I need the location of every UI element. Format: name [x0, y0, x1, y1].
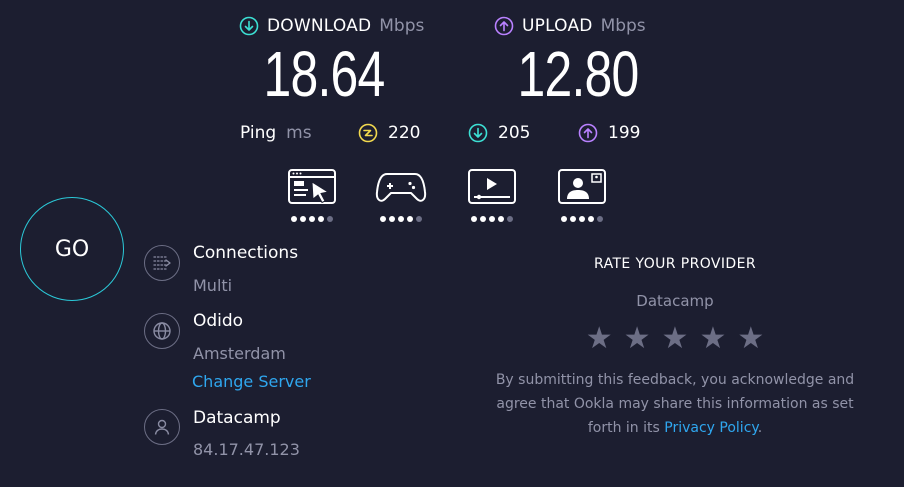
quality-dots [375, 216, 427, 222]
download-unit: Mbps [379, 16, 425, 36]
upload-latency-icon [578, 123, 598, 143]
star-icon[interactable]: ★ [586, 324, 613, 354]
quality-dot [480, 216, 486, 222]
disclaimer-line-1: By submitting this feedback, you acknowl… [495, 372, 855, 388]
ping-upload: 199 [578, 123, 640, 143]
connections-icon [144, 245, 180, 281]
disclaimer-line-3: forth in its Privacy Policy. [470, 416, 880, 440]
server-location: Amsterdam [193, 344, 286, 363]
ping-label: Ping [240, 123, 277, 143]
upload-value: 12.80 [517, 38, 639, 110]
ping-idle: 220 [358, 123, 420, 143]
gaming-icon [375, 173, 427, 202]
disclaimer-line-3-suffix: . [757, 420, 763, 436]
star-icon[interactable]: ★ [737, 324, 764, 354]
ping-upload-value: 199 [608, 123, 641, 143]
upload-header: UPLOAD Mbps [494, 16, 646, 36]
disclaimer-line-3-prefix: forth in its [587, 420, 665, 436]
quality-dot [416, 216, 422, 222]
quality-dot [389, 216, 395, 222]
star-icon[interactable]: ★ [699, 324, 726, 354]
quality-dot [318, 216, 324, 222]
disclaimer-line-2: agree that Ookla may share this informat… [496, 396, 854, 412]
globe-icon [144, 313, 180, 349]
quality-dot [291, 216, 297, 222]
upload-value-wrap: 12.80 [498, 42, 658, 106]
connections-title: Connections [193, 243, 299, 263]
quality-dot [380, 216, 386, 222]
change-server-link[interactable]: Change Server [192, 372, 311, 391]
quality-dot [398, 216, 404, 222]
quality-dot [309, 216, 315, 222]
rate-provider-name: Datacamp [636, 292, 714, 310]
privacy-policy-link[interactable]: Privacy Policy [664, 420, 757, 436]
quality-dot [407, 216, 413, 222]
quality-gaming[interactable] [375, 168, 427, 222]
quality-dots [286, 216, 338, 222]
quality-dot [489, 216, 495, 222]
user-icon [144, 409, 180, 445]
quality-dot [570, 216, 576, 222]
ping-download-value: 205 [498, 123, 531, 143]
quality-dot [471, 216, 477, 222]
quality-dot [579, 216, 585, 222]
rate-title: RATE YOUR PROVIDER [594, 256, 756, 272]
rate-panel: RATE YOUR PROVIDER Datacamp ★ ★ ★ ★ ★ By sub… [470, 256, 880, 440]
ping-download: 205 [468, 123, 530, 143]
quality-dots [466, 216, 518, 222]
provider-name: Datacamp [193, 408, 281, 428]
star-icon[interactable]: ★ [624, 324, 651, 354]
quality-dot [300, 216, 306, 222]
quality-video-chat[interactable] [556, 168, 608, 222]
server-name: Odido [193, 311, 244, 331]
download-value-wrap: 18.64 [244, 42, 404, 106]
provider-ip: 84.17.47.123 [193, 440, 300, 459]
download-latency-icon [468, 123, 488, 143]
download-value: 18.64 [263, 38, 385, 110]
idle-latency-icon [358, 123, 378, 143]
quality-dot [327, 216, 333, 222]
video-streaming-icon [468, 169, 516, 204]
video-chat-icon [558, 169, 606, 204]
go-button[interactable]: GO [20, 197, 124, 301]
quality-dot [597, 216, 603, 222]
quality-dot [507, 216, 513, 222]
quality-dot [561, 216, 567, 222]
download-label: DOWNLOAD [267, 16, 372, 36]
feedback-disclaimer: By submitting this feedback, you acknowl… [470, 368, 880, 440]
quality-dots [556, 216, 608, 222]
rating-stars: ★ ★ ★ ★ ★ [470, 324, 880, 354]
ping-unit: ms [286, 123, 312, 143]
quality-dot [588, 216, 594, 222]
download-header: DOWNLOAD Mbps [239, 16, 424, 36]
upload-arrow-icon [494, 16, 514, 36]
star-icon[interactable]: ★ [662, 324, 689, 354]
ping-idle-value: 220 [388, 123, 421, 143]
web-browsing-icon [288, 169, 336, 204]
go-label: GO [54, 236, 90, 262]
quality-web-browsing[interactable] [286, 168, 338, 222]
ping-row: Ping ms [240, 123, 312, 143]
upload-unit: Mbps [600, 16, 646, 36]
download-arrow-icon [239, 16, 259, 36]
connections-value: Multi [193, 276, 233, 295]
quality-video-streaming[interactable] [466, 168, 518, 222]
upload-label: UPLOAD [522, 16, 593, 36]
quality-dot [498, 216, 504, 222]
